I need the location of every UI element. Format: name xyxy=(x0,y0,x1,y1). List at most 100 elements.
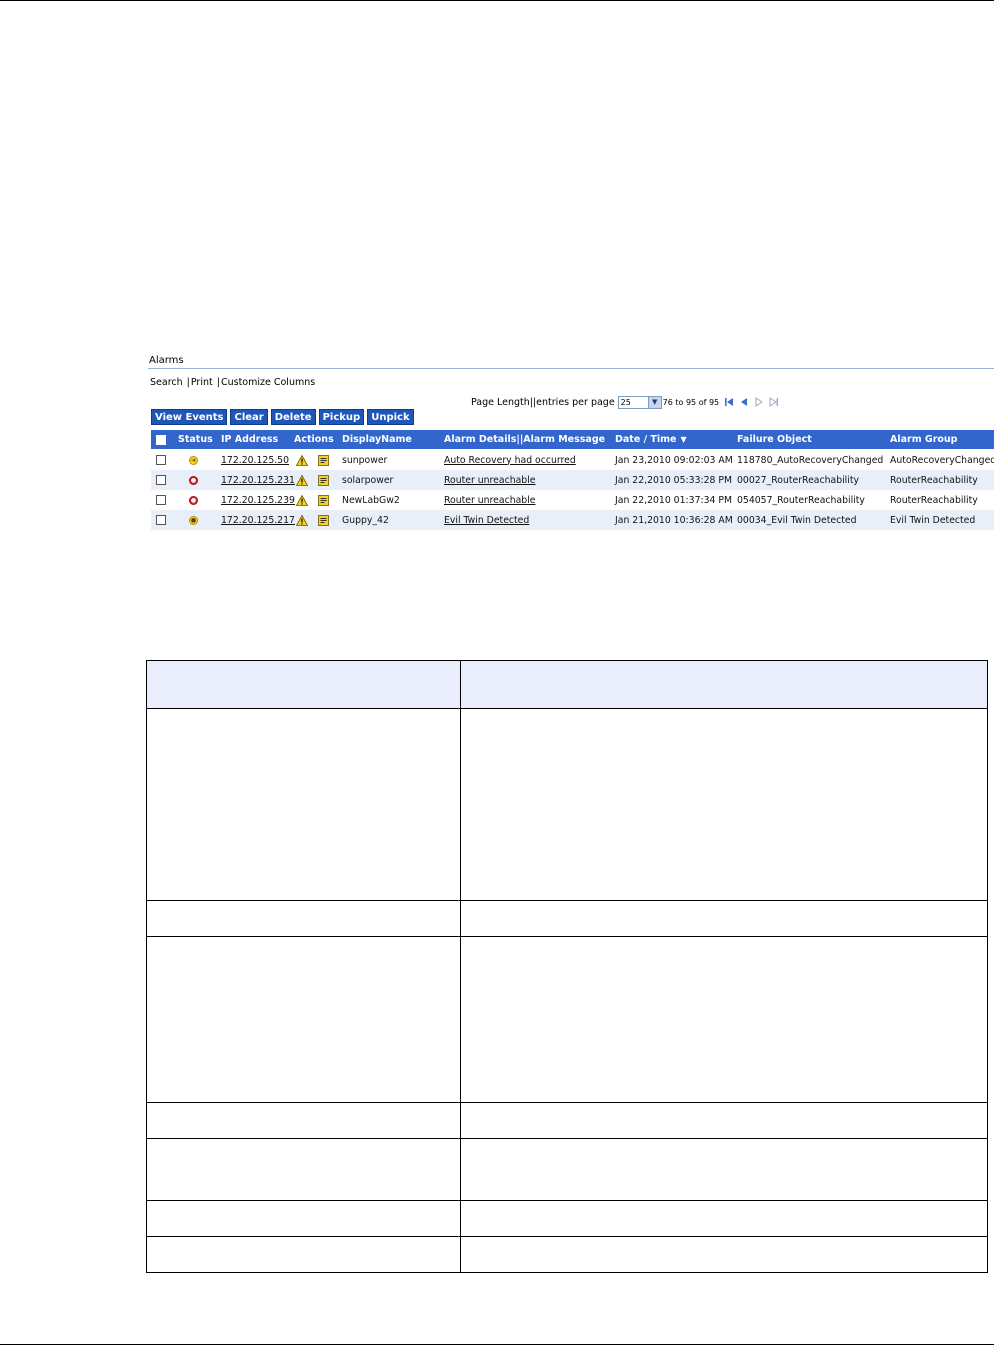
sort-descending-icon: ▼ xyxy=(680,435,687,444)
action-toolbar: View Events Clear Delete Pickup Unpick xyxy=(151,409,414,425)
select-all-cell xyxy=(156,430,166,449)
failure-object: 00027_RouterReachability xyxy=(737,474,859,486)
previous-page-icon[interactable] xyxy=(739,396,749,408)
column-header-date-time[interactable]: Date / Time ▼ xyxy=(615,430,687,449)
alarm-datetime: Jan 21,2010 10:36:28 AM xyxy=(615,514,733,526)
page-length-select[interactable]: 25 ▼ xyxy=(617,395,662,409)
column-header-alarm-details[interactable]: Alarm Details||Alarm Message xyxy=(444,430,605,449)
panel-title: Alarms xyxy=(149,355,184,366)
page-length-value: 25 xyxy=(620,397,631,407)
alarm-datetime: Jan 22,2010 05:33:28 PM xyxy=(615,474,733,486)
description-row xyxy=(146,1138,989,1201)
unpick-button[interactable]: Unpick xyxy=(367,409,414,425)
description-header-cell xyxy=(459,660,989,709)
description-row xyxy=(146,1236,989,1273)
column-header-alarm-group[interactable]: Alarm Group xyxy=(890,430,957,449)
alarm-message-link[interactable]: Router unreachable xyxy=(444,470,536,490)
search-link[interactable]: Search xyxy=(150,377,183,388)
description-cell xyxy=(146,900,461,937)
alarm-table-header: Status IP Address Actions DisplayName Al… xyxy=(151,430,994,449)
description-row xyxy=(146,936,989,1103)
warning-icon[interactable] xyxy=(296,494,308,506)
alarm-message-link[interactable]: Auto Recovery had occurred xyxy=(444,450,576,470)
ip-address-link[interactable]: 172.20.125.50 xyxy=(221,450,289,470)
column-header-status[interactable]: Status xyxy=(178,430,213,449)
status-critical-icon: ● xyxy=(189,495,198,505)
table-row[interactable]: ➜ 172.20.125.50 sunpower Auto Recovery h… xyxy=(151,450,994,470)
description-cell xyxy=(459,1102,989,1139)
description-row xyxy=(146,1102,989,1139)
display-name: solarpower xyxy=(342,474,394,486)
chevron-down-icon[interactable]: ▼ xyxy=(647,396,661,408)
alarm-group: RouterReachability xyxy=(890,474,978,486)
description-header-cell xyxy=(146,660,461,709)
alarms-panel: Alarms Search |Print |Customize Columns … xyxy=(148,348,994,534)
description-cell xyxy=(459,1138,989,1201)
display-name: Guppy_42 xyxy=(342,514,389,526)
column-header-actions[interactable]: Actions xyxy=(294,430,334,449)
column-header-date-time-label: Date / Time xyxy=(615,434,677,445)
page-range: 76 to 95 of 95 xyxy=(662,397,720,407)
description-cell xyxy=(146,1236,461,1273)
row-checkbox[interactable] xyxy=(156,515,166,525)
description-cell xyxy=(459,1236,989,1273)
ip-address-link[interactable]: 172.20.125.239 xyxy=(221,490,295,510)
description-cell xyxy=(459,1200,989,1237)
description-table xyxy=(146,660,989,1273)
ip-address-link[interactable]: 172.20.125.231 xyxy=(221,470,295,490)
first-page-icon[interactable] xyxy=(724,396,734,408)
column-header-failure-object[interactable]: Failure Object xyxy=(737,430,812,449)
warning-icon[interactable] xyxy=(296,474,308,486)
warning-icon[interactable] xyxy=(296,514,308,526)
description-row xyxy=(146,1200,989,1237)
alarm-group: Evil Twin Detected xyxy=(890,514,976,526)
note-icon[interactable] xyxy=(317,474,329,486)
failure-object: 054057_RouterReachability xyxy=(737,494,865,506)
row-checkbox[interactable] xyxy=(156,455,166,465)
ip-address-link[interactable]: 172.20.125.217 xyxy=(221,510,295,530)
note-icon[interactable] xyxy=(317,494,329,506)
alarm-message-link[interactable]: Evil Twin Detected xyxy=(444,510,529,530)
delete-button[interactable]: Delete xyxy=(270,409,316,425)
pickup-button[interactable]: Pickup xyxy=(318,409,365,425)
page-bottom-rule xyxy=(0,1344,994,1345)
description-row xyxy=(146,900,989,937)
table-row[interactable]: ● 172.20.125.239 NewLabGw2 Router unreac… xyxy=(151,490,994,510)
table-row[interactable]: ● 172.20.125.217 Guppy_42 Evil Twin Dete… xyxy=(151,510,994,530)
description-cell xyxy=(146,1200,461,1237)
row-checkbox[interactable] xyxy=(156,475,166,485)
note-icon[interactable] xyxy=(317,454,329,466)
table-row[interactable]: ● 172.20.125.231 solarpower Router unrea… xyxy=(151,470,994,490)
pager: Page Length||entries per page 25 ▼ 76 to… xyxy=(471,395,779,409)
description-cell xyxy=(459,900,989,937)
status-major-icon: ● xyxy=(189,515,198,525)
select-all-checkbox[interactable] xyxy=(156,434,166,445)
description-row xyxy=(146,708,989,901)
customize-columns-link[interactable]: Customize Columns xyxy=(221,377,315,388)
failure-object: 118780_AutoRecoveryChanged xyxy=(737,454,884,466)
alarm-group: RouterReachability xyxy=(890,494,978,506)
alarm-group: AutoRecoveryChanged xyxy=(890,454,994,466)
warning-icon[interactable] xyxy=(296,454,308,466)
failure-object: 00034_Evil Twin Detected xyxy=(737,514,857,526)
next-page-icon[interactable] xyxy=(754,396,764,408)
description-cell xyxy=(146,708,461,901)
last-page-icon[interactable] xyxy=(769,396,779,408)
column-header-ip-address[interactable]: IP Address xyxy=(221,430,278,449)
column-header-display-name[interactable]: DisplayName xyxy=(342,430,412,449)
view-events-button[interactable]: View Events xyxy=(151,409,228,425)
description-cell xyxy=(146,936,461,1103)
clear-button[interactable]: Clear xyxy=(230,409,268,425)
description-table-header-row xyxy=(146,660,989,709)
alarm-datetime: Jan 22,2010 01:37:34 PM xyxy=(615,494,733,506)
note-icon[interactable] xyxy=(317,514,329,526)
row-checkbox[interactable] xyxy=(156,495,166,505)
status-minor-icon: ➜ xyxy=(189,455,198,465)
alarm-message-link[interactable]: Router unreachable xyxy=(444,490,536,510)
page-length-label: Page Length||entries per page xyxy=(471,396,615,408)
page-top-rule xyxy=(0,0,994,1)
status-critical-icon: ● xyxy=(189,475,198,485)
panel-title-divider xyxy=(148,368,994,369)
print-link[interactable]: Print xyxy=(191,377,213,388)
description-cell xyxy=(146,1102,461,1139)
